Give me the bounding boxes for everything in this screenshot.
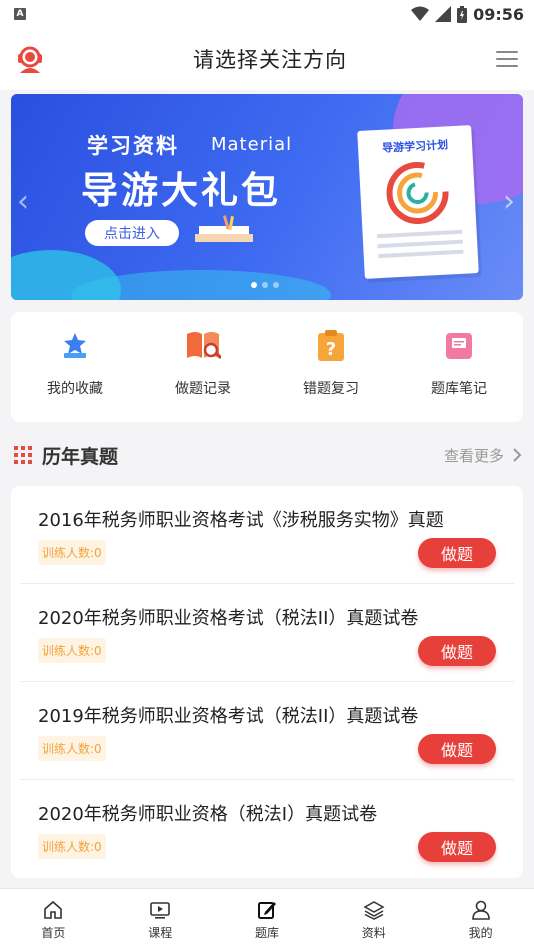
paper-list: 2016年税务师职业资格考试《涉税服务实物》真题 训练人数:0 做题 2020年… [11,486,523,878]
signal-icon [435,6,452,22]
view-more-link[interactable]: 查看更多 [444,445,522,466]
paper-title: 2020年税务师职业资格考试（税法II）真题试卷 [38,608,419,629]
quick-menu: 我的收藏 做题记录 ? 错题复习 题库笔记 [11,312,523,422]
quick-item-mistakes[interactable]: ? 错题复习 [267,312,395,422]
video-icon [150,901,170,919]
books-icon [195,215,253,242]
tab-label: 资料 [361,925,386,940]
edit-icon [257,901,276,919]
clock: 09:56 [473,4,524,24]
quick-item-label: 做题记录 [175,381,231,397]
tab-materials[interactable]: 资料 [320,889,427,950]
layers-icon [363,900,385,920]
chevron-right-icon [513,448,522,462]
quick-item-records[interactable]: 做题记录 [139,312,267,422]
tab-home[interactable]: 首页 [0,889,107,950]
paper-title: 2020年税务师职业资格（税法I）真题试卷 [38,804,378,825]
tab-question-bank[interactable]: 题库 [214,889,321,950]
trainee-count-badge: 训练人数:0 [38,834,106,859]
trainee-count-badge: 训练人数:0 [38,638,106,663]
banner-enter-button[interactable]: 点击进入 [85,220,179,246]
banner-title: 导游大礼包 [81,169,281,212]
customer-service-icon[interactable] [14,43,46,75]
list-item[interactable]: 2016年税务师职业资格考试《涉税服务实物》真题 训练人数:0 做题 [20,486,514,584]
paper-title: 2019年税务师职业资格考试（税法II）真题试卷 [38,706,419,727]
quick-item-label: 错题复习 [303,381,359,397]
banner-tag: 学习资料 [87,134,179,158]
svg-text:?: ? [326,339,336,360]
paper-title: 2016年税务师职业资格考试《涉税服务实物》真题 [38,510,444,531]
app-header: 请选择关注方向 [0,28,534,90]
quick-item-label: 我的收藏 [47,381,103,397]
start-practice-button[interactable]: 做题 [418,832,496,862]
list-item[interactable]: 2019年税务师职业资格考试（税法II）真题试卷 训练人数:0 做题 [20,682,514,780]
trainee-count-badge: 训练人数:0 [38,540,106,565]
promo-banner[interactable]: ‹ › 学习资料 Material 导游大礼包 点击进入 导游学习计划 [11,94,523,300]
banner-paper-title: 导游学习计划 [381,138,449,155]
app-notification-icon: A [14,8,26,20]
list-item[interactable]: 2020年税务师职业资格考试（税法II）真题试卷 训练人数:0 做题 [20,584,514,682]
start-practice-button[interactable]: 做题 [418,538,496,568]
home-icon [44,900,63,919]
trainee-count-badge: 训练人数:0 [38,736,106,761]
start-practice-button[interactable]: 做题 [418,636,496,666]
tab-label: 课程 [148,925,173,940]
grid-icon [14,446,32,464]
notebook-icon [441,328,477,364]
tab-label: 题库 [254,925,279,940]
list-item[interactable]: 2020年税务师职业资格（税法I）真题试卷 训练人数:0 做题 [20,780,514,878]
wifi-icon [411,6,430,21]
section-header: 历年真题 查看更多 [14,438,522,472]
quick-item-label: 题库笔记 [431,381,487,397]
section-title: 历年真题 [42,445,119,468]
banner-tag-en: Material [211,134,293,155]
quick-item-favorites[interactable]: 我的收藏 [11,312,139,422]
tab-label: 我的 [468,925,493,940]
view-more-label: 查看更多 [443,446,504,465]
book-search-icon [185,328,221,364]
user-icon [471,900,490,920]
tab-label: 首页 [41,925,66,940]
menu-icon[interactable] [494,49,520,69]
tab-courses[interactable]: 课程 [107,889,214,950]
bottom-tab-bar: 首页 课程 题库 资料 我的 [0,888,534,950]
banner-indicator [251,282,279,288]
plan-logo-icon [386,162,449,225]
banner-plan-paper: 导游学习计划 [357,125,479,279]
quick-item-notes[interactable]: 题库笔记 [395,312,523,422]
start-practice-button[interactable]: 做题 [418,734,496,764]
battery-icon [457,5,468,23]
banner-next-icon[interactable]: › [503,184,515,219]
tab-me[interactable]: 我的 [427,889,534,950]
question-clipboard-icon: ? [313,328,349,364]
status-bar: A 09:56 [0,0,534,28]
page-title[interactable]: 请选择关注方向 [193,44,347,74]
banner-prev-icon[interactable]: ‹ [17,184,29,219]
star-badge-icon [57,328,93,364]
